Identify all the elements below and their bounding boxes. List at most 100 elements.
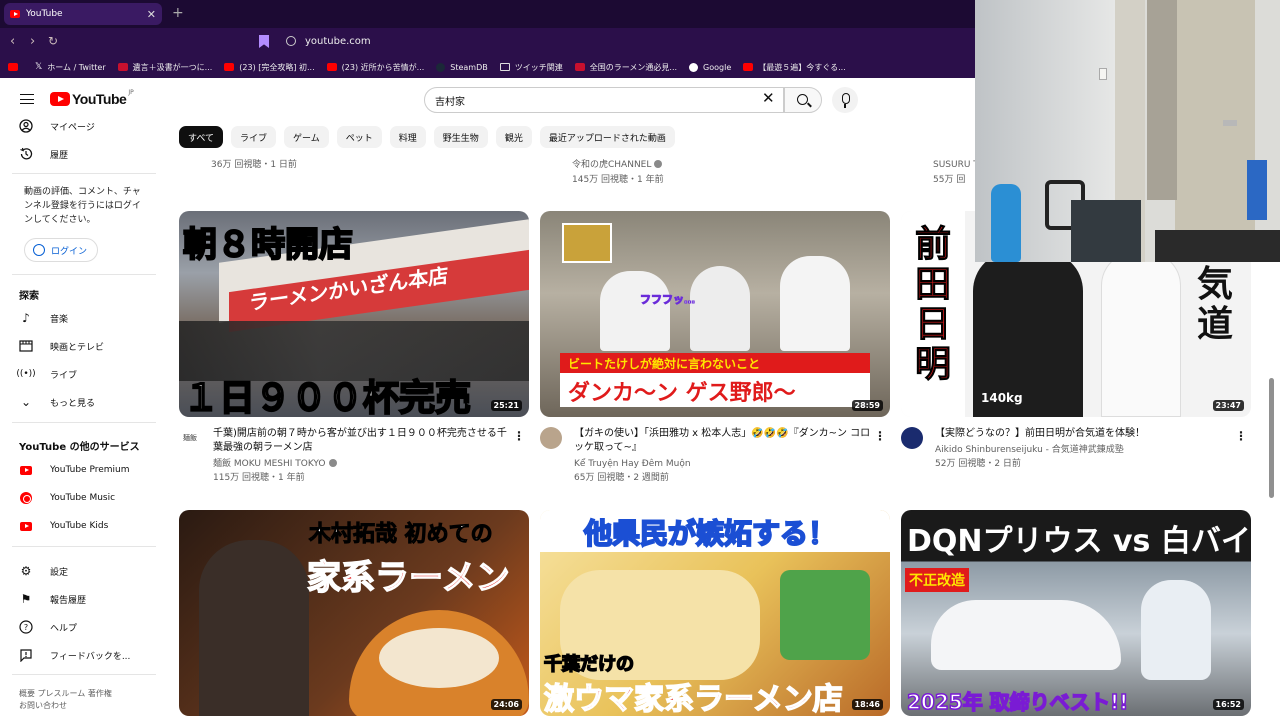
more-options-icon[interactable]: ⋮ [874,429,886,443]
person-shape [600,271,670,351]
video-title[interactable]: 【ガキの使い】「浜田雅功 x 松本人志」🤣🤣🤣『ダンカ~ン コロッケ取って~』 [574,427,874,455]
video-stats: 52万 回視聴・2 日前 [935,459,1021,469]
chip-pets[interactable]: ペット [336,126,382,148]
video-thumbnail[interactable]: ラーメンかいざん本店 朝８時開店 １日９００杯完売 25:21 [179,211,529,417]
channel-name[interactable]: 令和の虎CHANNEL [572,158,663,172]
thumb-bottom-text: ダンカ～ン ゲス野郎～ [568,381,796,406]
forward-icon[interactable]: › [30,34,35,49]
thumb-top-text: 木村拓哉 初めての [309,522,494,548]
more-options-icon[interactable]: ⋮ [513,429,525,443]
voice-search-button[interactable] [832,87,858,113]
sidebar-item-settings[interactable]: ⚙ 設定 [18,562,68,580]
youtube-logo-icon [50,92,70,106]
sidebar-item-music[interactable]: ♪ 音楽 [18,309,68,327]
youtube-logo[interactable]: YouTube JP [50,89,134,107]
channel-avatar[interactable]: 麺飯 [179,427,201,449]
live-icon: ((•)) [16,369,36,379]
video-card[interactable]: 他県民が嫉妬する！ 千葉だけの 激ウマ家系ラーメン店 18:46 [540,510,890,716]
sidebar-item-report-history[interactable]: ⚑ 報告履歴 [18,590,86,608]
video-thumbnail[interactable]: DQNプリウス vs 白バイ 不正改造 2025年 取締りベスト!! 16:52 [901,510,1251,716]
logo-region: JP [128,89,134,96]
sidebar-item-kids[interactable]: YouTube Kids [18,517,108,535]
chip-recent[interactable]: 最近アップロードされた動画 [539,126,675,148]
video-duration: 28:59 [851,400,883,411]
thumb-small-text: 140kg [981,391,1023,405]
video-meta: 【ガキの使い】「浜田雅功 x 松本人志」🤣🤣🤣『ダンカ~ン コロッケ取って~』 … [540,427,890,486]
sidebar-item-mypage[interactable]: マイページ [18,117,95,135]
close-tab-icon[interactable]: ✕ [147,8,156,21]
sidebar-item-help[interactable]: ? ヘルプ [18,618,77,636]
bookmark-item[interactable]: 全国のラーメン通必見... [574,62,677,73]
chip-cooking[interactable]: 料理 [389,126,426,148]
bookmark-item[interactable]: (23) [完全攻略] 初... [224,62,315,73]
bookmark-item[interactable]: 𝕏 ホーム / Twitter [35,62,106,73]
video-card[interactable]: フフフッ… ビートたけしが絶対に言わないこと ダンカ～ン ゲス野郎～ 28:59… [540,211,890,486]
login-label: ログイン [51,246,88,257]
map-shape [780,570,870,660]
sidebar-item-more[interactable]: ⌄ もっと見る [18,393,95,411]
back-icon[interactable]: ‹ [10,34,15,49]
youtube-kids-icon [18,518,34,534]
sidebar-item-movies[interactable]: 映画とテレビ [18,337,104,355]
bookmark-item[interactable]: 【最遊５遍】今すぐる... [743,62,846,73]
bookmark-item[interactable]: Google [689,62,731,72]
sidebar-item-feedback[interactable]: フィードバックを... [18,646,130,664]
sidebar-item-premium[interactable]: YouTube Premium [18,461,130,479]
footer-links[interactable]: お問い合わせ [19,700,112,712]
reload-icon[interactable]: ↻ [48,34,58,48]
object-shape [1247,160,1267,220]
url-field[interactable]: youtube.com [305,36,371,47]
video-duration: 24:06 [490,699,522,710]
new-tab-icon[interactable]: + [172,5,184,21]
chip-all[interactable]: すべて [179,126,224,148]
youtube-icon [224,63,235,71]
channel-name[interactable]: Aikido Shinburenseijuku - 合気道神武錬成塾 [935,444,1235,457]
video-title[interactable]: 【実際どうなの？】前田日明が合気道を体験！ [935,427,1235,441]
svg-text:?: ? [24,623,28,632]
channel-avatar[interactable] [901,427,923,449]
video-card[interactable]: 木村拓哉 初めての 家系ラーメン 24:06 [179,510,529,716]
chip-tourism[interactable]: 観光 [495,126,532,148]
sidebar-item-music-app[interactable]: YouTube Music [18,489,115,507]
bookmark-item[interactable]: 遺言＋汲書が一つに... [117,62,212,73]
sidebar-item-live[interactable]: ((•)) ライブ [16,365,77,383]
video-thumbnail[interactable]: フフフッ… ビートたけしが絶対に言わないこと ダンカ～ン ゲス野郎～ 28:59 [540,211,890,417]
login-button[interactable]: ログイン [24,238,98,262]
bookmark-item[interactable]: SteamDB [436,62,488,72]
thumb-bottom-text: 2025年 取締りベスト!! [906,689,1129,715]
video-title[interactable]: 千葉)開店前の朝７時から客が並び出す１日９００杯完売させる千葉最強の朝ラーメン店 [213,427,513,455]
video-thumbnail[interactable]: 他県民が嫉妬する！ 千葉だけの 激ウマ家系ラーメン店 18:46 [540,510,890,716]
menu-icon[interactable] [20,94,34,104]
bookmark-label: (23) 近所から苦情が... [341,62,425,72]
search-input[interactable]: 吉村家 [424,87,784,113]
chip-live[interactable]: ライブ [231,126,277,148]
help-icon: ? [18,619,34,635]
sidebar-item-history[interactable]: 履歴 [18,145,68,163]
ramen-soup-shape [379,628,499,688]
chip-games[interactable]: ゲーム [284,126,329,148]
clear-search-icon[interactable]: ✕ [762,89,775,107]
chip-wildlife[interactable]: 野生生物 [433,126,488,148]
channel-avatar[interactable] [540,427,562,449]
browser-tab[interactable]: YouTube ✕ [4,3,162,25]
youtube-icon [8,63,18,71]
light-switch-shape [1099,68,1107,80]
more-options-icon[interactable]: ⋮ [1235,429,1247,443]
bookmark-item[interactable]: (23) 近所から苦情が... [326,62,425,73]
bookmark-icon[interactable] [259,35,269,48]
video-card[interactable]: ラーメンかいざん本店 朝８時開店 １日９００杯完売 25:21 麺飯 千葉)開店… [179,211,529,486]
divider [12,274,156,275]
search-button[interactable] [784,87,822,113]
youtube-premium-icon [18,462,34,478]
site-info-icon[interactable] [286,36,296,46]
video-card[interactable]: DQNプリウス vs 白バイ 不正改造 2025年 取締りベスト!! 16:52 [901,510,1251,716]
bookmark-item[interactable] [8,63,23,71]
footer-links[interactable]: 概要 プレスルーム 著作権 [19,688,112,700]
channel-name[interactable]: SUSURU T [933,158,979,172]
bookmark-folder[interactable]: ツイッチ関連 [499,62,563,73]
sidebar-item-label: マイページ [50,122,95,133]
channel-name[interactable]: 麺飯 MOKU MESHI TOKYO [213,458,513,471]
channel-name[interactable]: Kể Truyện Hay Đêm Muộn [574,458,874,471]
video-thumbnail[interactable]: 木村拓哉 初めての 家系ラーメン 24:06 [179,510,529,716]
scrollbar-thumb[interactable] [1269,378,1274,498]
